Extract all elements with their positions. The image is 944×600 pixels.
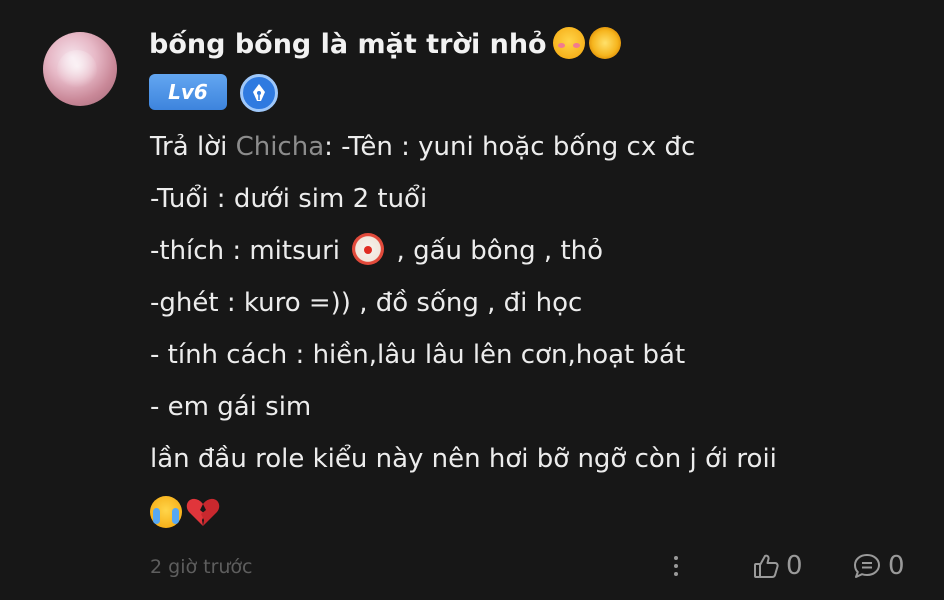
timestamp: 2 giờ trước [150, 556, 253, 578]
more-icon [668, 556, 684, 576]
smiling-face-with-hearts-icon [552, 26, 585, 59]
comment-icon [854, 554, 880, 578]
comment-line-7: lần đầu role kiểu này nên hơi bỡ ngỡ còn… [150, 444, 777, 474]
reply-mention[interactable]: Chicha [236, 132, 325, 162]
comment-line-2: -Tuổi : dưới sim 2 tuổi [150, 184, 428, 214]
clown-face-icon [352, 232, 385, 265]
pen-nib-icon [240, 74, 278, 112]
loudly-crying-face-icon [150, 495, 182, 528]
broken-heart-icon [186, 496, 220, 528]
comment-line-5: - tính cách : hiền,lâu lâu lên cơn,hoạt … [150, 340, 686, 370]
reply-count: 0 [888, 551, 905, 581]
username-text: bống bống là mặt trời nhỏ [149, 29, 547, 60]
reply-button[interactable]: 0 [852, 550, 905, 582]
sun-with-face-icon [588, 26, 621, 59]
like-button[interactable]: 0 [752, 550, 803, 582]
level-badge: Lv6 [149, 74, 227, 110]
comment-line-6: - em gái sim [150, 392, 312, 422]
thumbs-up-icon [754, 554, 779, 578]
line-3-text-b: , gấu bông , thỏ [388, 236, 604, 266]
more-options-button[interactable] [668, 552, 684, 582]
comment-line-1: Trả lời Chicha: -Tên : yuni hoặc bống cx… [150, 131, 695, 163]
comment-line-8 [150, 495, 220, 528]
reply-prefix: Trả lời [150, 132, 236, 162]
avatar[interactable] [43, 32, 117, 106]
username[interactable]: bống bống là mặt trời nhỏ [149, 24, 621, 66]
line-1-text: : -Tên : yuni hoặc bống cx đc [324, 132, 696, 162]
line-3-text-a: -thích : mitsuri [150, 236, 349, 266]
comment-line-3: -thích : mitsuri , gấu bông , thỏ [150, 232, 604, 268]
like-count: 0 [786, 551, 803, 581]
comment-line-4: -ghét : kuro =)) , đồ sống , đi học [150, 288, 583, 318]
